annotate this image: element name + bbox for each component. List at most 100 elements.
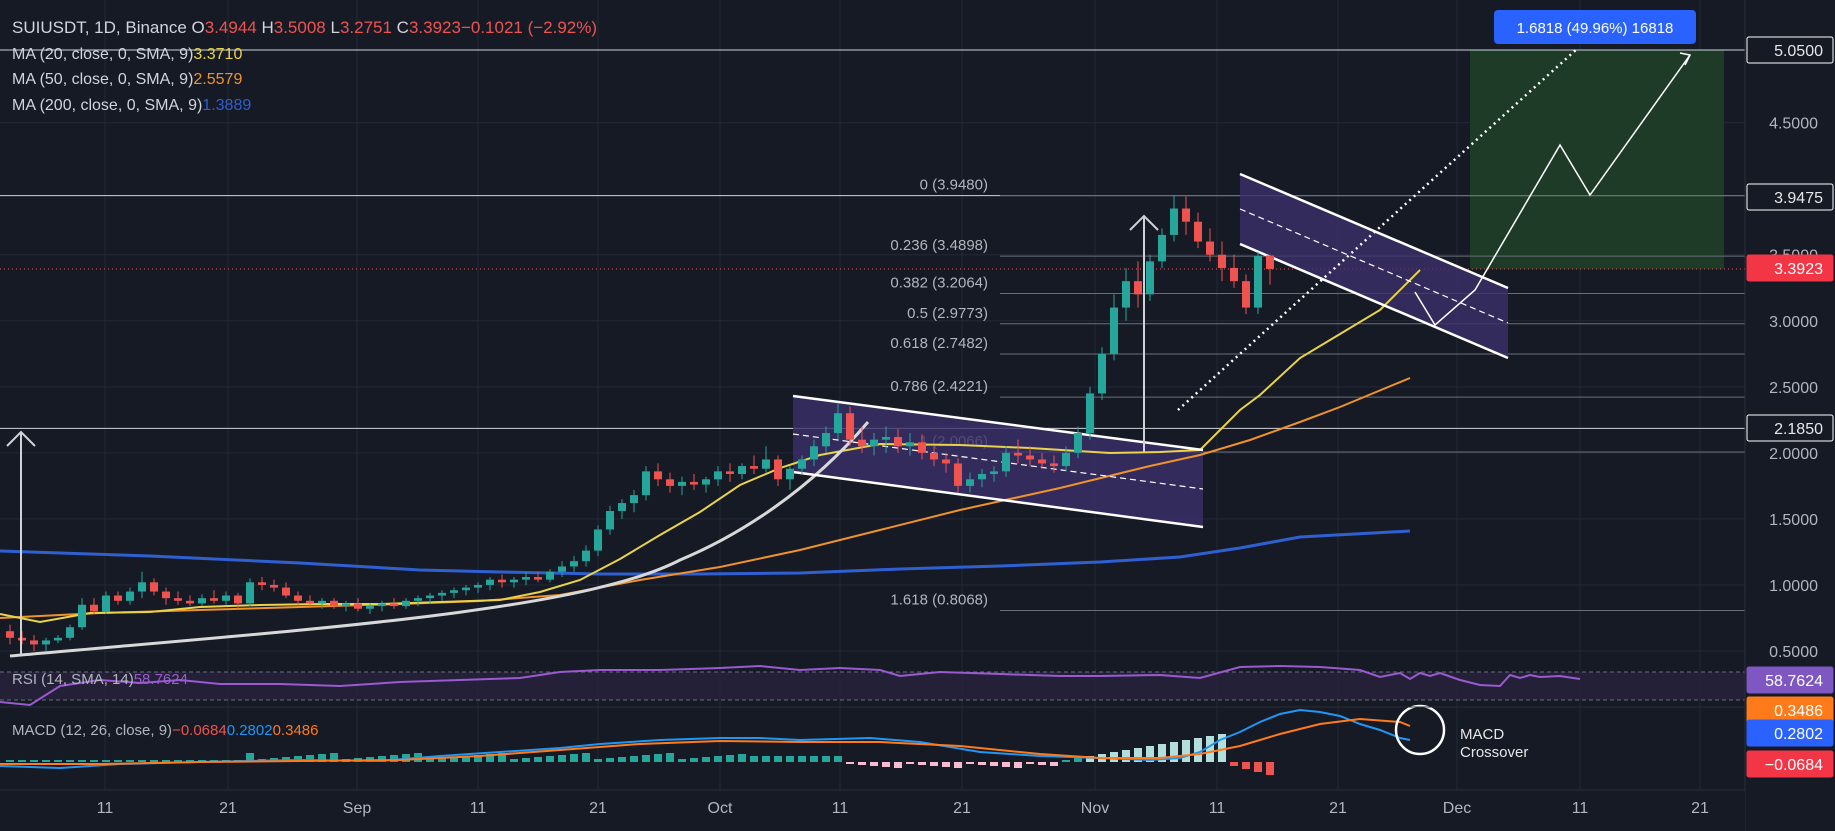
macd-hist-bar bbox=[546, 756, 554, 762]
ma200-legend[interactable]: MA (200, close, 0, SMA, 9)1.3889 bbox=[12, 97, 251, 114]
time-tick: Nov bbox=[1081, 800, 1109, 817]
candle-body bbox=[306, 600, 314, 604]
macd-hist-bar bbox=[114, 760, 122, 762]
candle-body bbox=[942, 459, 950, 464]
candle-body bbox=[750, 466, 758, 469]
macd-hist-bar bbox=[774, 756, 782, 762]
c-value: 3.3923 bbox=[409, 18, 461, 37]
ma20-legend[interactable]: MA (20, close, 0, SMA, 9)3.3710 bbox=[12, 46, 242, 63]
macd-hist-bar bbox=[1038, 762, 1046, 765]
time-tick: 11 bbox=[832, 800, 849, 817]
price-label-text: 3.9475 bbox=[1774, 190, 1823, 207]
candle-body bbox=[282, 587, 290, 596]
macd-hist-bar bbox=[930, 762, 938, 766]
candle-body bbox=[690, 481, 698, 485]
candle-body bbox=[486, 579, 494, 585]
macd-value: 0.2802 bbox=[227, 722, 273, 739]
price-label-boxed: 2.1850 bbox=[1746, 414, 1834, 442]
macd-hist-bar bbox=[810, 756, 818, 762]
candle-body bbox=[1086, 393, 1094, 434]
candle-body bbox=[630, 495, 638, 504]
macd-label: MACD (12, 26, close, 9) bbox=[12, 722, 172, 739]
candle-body bbox=[1146, 261, 1154, 295]
change-value: −0.1021 (−2.92%) bbox=[461, 18, 597, 37]
candle-body bbox=[366, 606, 374, 609]
time-tick: 21 bbox=[219, 800, 237, 817]
price-label-text: 5.0500 bbox=[1774, 43, 1823, 60]
candle-body bbox=[510, 579, 518, 583]
price-label-text: −0.0684 bbox=[1765, 757, 1823, 774]
macd-hist-bar bbox=[6, 760, 14, 762]
candle-body bbox=[114, 595, 122, 601]
macd-hist-bar bbox=[582, 753, 590, 762]
candle-body bbox=[774, 459, 782, 480]
macd-hist-bar bbox=[702, 757, 710, 762]
candle-body bbox=[954, 463, 962, 486]
ma50-legend[interactable]: MA (50, close, 0, SMA, 9)2.5579 bbox=[12, 71, 242, 88]
macd-hist-bar bbox=[1194, 738, 1202, 762]
candle bbox=[246, 578, 254, 607]
candle-body bbox=[1074, 433, 1082, 453]
macd-hist-bar bbox=[750, 756, 758, 762]
macd-hist-bar bbox=[630, 756, 638, 762]
ma200-value: 1.3889 bbox=[202, 97, 251, 114]
candle-body bbox=[726, 471, 734, 475]
price-tick: 2.0000 bbox=[1769, 446, 1818, 463]
macd-hist-bar bbox=[690, 758, 698, 762]
macd-hist-bar bbox=[966, 762, 974, 764]
time-axis[interactable]: 11 21 Sep 11 21 Oct 11 21 Nov 11 21 Dec 11 21 bbox=[0, 791, 1745, 831]
c-label: C bbox=[392, 18, 409, 37]
candle-body bbox=[90, 604, 98, 612]
candle bbox=[1146, 254, 1154, 301]
rsi-legend[interactable]: RSI (14, SMA, 14)58.7624 bbox=[12, 671, 188, 688]
price-label-text: 0.2802 bbox=[1774, 726, 1823, 743]
candle-body bbox=[1170, 208, 1178, 235]
candle-body bbox=[786, 468, 794, 480]
macd-hist-bar bbox=[654, 754, 662, 762]
candle-body bbox=[966, 479, 974, 486]
macd-hist-bar bbox=[594, 759, 602, 762]
measure-text: 1.6818 (49.96%) 16818 bbox=[1517, 20, 1674, 37]
fib-label: 1.618 (0.8068) bbox=[890, 591, 988, 608]
symbol-title: SUIUSDT, 1D, Binance bbox=[12, 18, 187, 37]
candle-body bbox=[222, 595, 230, 601]
macd-hist-bar bbox=[942, 762, 950, 767]
time-tick: Dec bbox=[1443, 800, 1471, 817]
candle-body bbox=[1134, 281, 1142, 295]
measure-label[interactable]: 1.6818 (49.96%) 16818 bbox=[1494, 10, 1696, 44]
ma200-label: MA (200, close, 0, SMA, 9) bbox=[12, 97, 202, 114]
candle-body bbox=[666, 479, 674, 486]
macd-hist-bar bbox=[1230, 762, 1238, 766]
macd-hist-bar bbox=[558, 755, 566, 762]
macd-hist-bar bbox=[786, 756, 794, 762]
rsi-value: 58.7624 bbox=[134, 671, 188, 688]
candle-body bbox=[450, 590, 458, 593]
candle-body bbox=[402, 600, 410, 607]
macd-legend[interactable]: MACD (12, 26, close, 9)−0.06840.28020.34… bbox=[12, 722, 318, 739]
candle-body bbox=[870, 439, 878, 447]
macd-hist-bar bbox=[666, 753, 674, 762]
price-axis[interactable]: 5.05004.50003.94753.50003.00002.50002.18… bbox=[1744, 0, 1835, 831]
macd-hist-bar bbox=[1026, 762, 1034, 764]
price-label-boxed: 3.9475 bbox=[1746, 183, 1834, 211]
candle-body bbox=[894, 437, 902, 447]
candle bbox=[1254, 252, 1262, 315]
time-axis-bg bbox=[0, 791, 1745, 831]
price-label-orange: 0.3486 bbox=[1746, 696, 1834, 724]
candle-body bbox=[150, 582, 158, 592]
macd-hist-bar bbox=[1002, 762, 1010, 767]
macd-hist-bar bbox=[1182, 740, 1190, 762]
candle-body bbox=[1206, 241, 1214, 255]
candle-body bbox=[822, 433, 830, 447]
macd-hist-bar bbox=[1074, 758, 1082, 762]
candle-body bbox=[582, 550, 590, 562]
candle-body bbox=[702, 479, 710, 485]
trading-chart[interactable]: 0 (3.9480) 0.236 (3.4898) 0.382 (3.2064) 0.… bbox=[0, 0, 1835, 831]
chart-window[interactable]: 0 (3.9480) 0.236 (3.4898) 0.382 (3.2064) 0.… bbox=[0, 0, 1835, 831]
l-label: L bbox=[326, 18, 340, 37]
candle-body bbox=[438, 592, 446, 596]
price-label-text: 2.1850 bbox=[1774, 421, 1823, 438]
candle-body bbox=[186, 600, 194, 604]
candle-body bbox=[810, 446, 818, 460]
fib-label: 0.5 (2.9773) bbox=[907, 305, 988, 322]
